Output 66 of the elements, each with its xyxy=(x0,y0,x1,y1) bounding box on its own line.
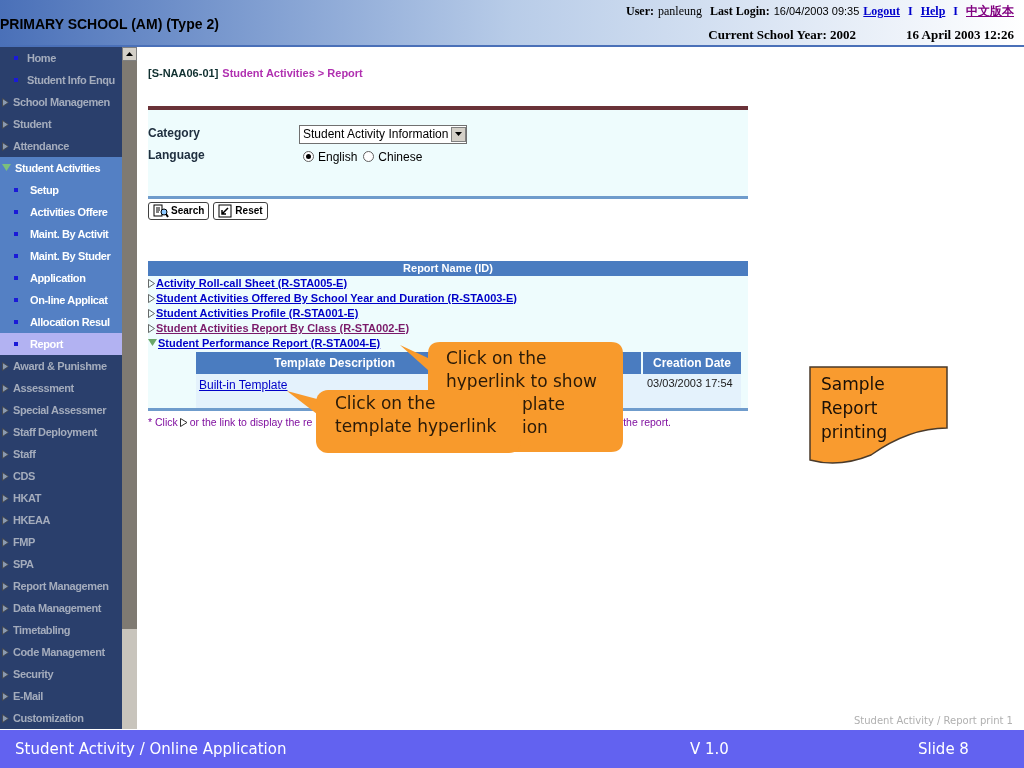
table-cell-text: 03/03/2003 17:54 xyxy=(646,375,734,391)
user-label: User: xyxy=(626,3,654,20)
field-label: Category xyxy=(148,124,201,142)
radio-button[interactable] xyxy=(303,151,314,162)
radio-label: Chinese xyxy=(378,148,423,166)
sidebar-item[interactable]: Activities Offere xyxy=(0,201,122,223)
column-header: Creation Date xyxy=(643,351,741,374)
bullet-icon xyxy=(14,78,18,82)
last-login-label: Last Login: xyxy=(709,3,770,20)
footnote-text: the report. xyxy=(623,414,671,430)
header-link[interactable]: Logout xyxy=(863,2,900,20)
report-link[interactable]: Student Activities Offered By School Year and Duration (R-STA003-E) xyxy=(156,289,518,307)
sidebar-item[interactable]: Setup xyxy=(0,179,122,201)
triangle-icon xyxy=(179,417,188,427)
callout-text: ion xyxy=(522,417,548,437)
version-label: V 1.0 xyxy=(690,738,730,760)
footnote-text: * Click xyxy=(148,414,178,430)
radio-button[interactable] xyxy=(363,151,375,162)
slide-number: Slide 8 xyxy=(918,738,969,760)
sidebar-item[interactable]: Maint. By Activit xyxy=(0,223,122,245)
sidebar-item[interactable]: On-line Applicat xyxy=(0,289,122,311)
school-title: PRIMARY SCHOOL (AM) (Type 2) xyxy=(0,15,219,34)
search-icon xyxy=(153,203,169,218)
sidebar-item[interactable]: Home xyxy=(27,49,56,67)
separator: I xyxy=(908,3,913,20)
header-link[interactable]: 中文版本 xyxy=(966,2,1014,20)
report-link[interactable]: Activity Roll-call Sheet (R-STA005-E) xyxy=(156,274,348,292)
last-login-time: 16/04/2003 09:35 xyxy=(773,4,860,19)
field-label: Language xyxy=(148,146,206,164)
callout-text: Click on the xyxy=(446,348,547,368)
slide-caption: Student Activity / Report print 1 xyxy=(853,714,1013,728)
report-link[interactable]: Student Performance Report (R-STA004-E) xyxy=(158,334,381,352)
breadcrumb: Student Activities > Report xyxy=(222,66,363,81)
sidebar-item[interactable]: Application xyxy=(0,267,122,289)
category-dropdown[interactable]: Student Activity Information xyxy=(299,124,468,144)
table-header: Report Name (ID) xyxy=(148,260,748,276)
sidebar-section[interactable]: FMP xyxy=(13,533,36,551)
radio-label: English xyxy=(318,148,358,166)
report-link[interactable]: Student Activities Profile (R-STA001-E) xyxy=(156,304,359,322)
school-year: Current School Year: 2002 xyxy=(708,26,856,44)
callout-text: plate xyxy=(522,394,566,414)
user-name: panleung xyxy=(657,3,702,20)
sidebar-item[interactable]: Allocation Resul xyxy=(0,311,122,333)
form-button[interactable]: Search xyxy=(148,201,210,220)
form-button[interactable]: Reset xyxy=(213,201,268,220)
callout-text: hyperlink to show xyxy=(446,371,597,391)
footer-title: Student Activity / Online Application xyxy=(15,738,288,760)
template-link[interactable]: Built-in Template xyxy=(199,377,288,392)
separator: I xyxy=(953,3,958,20)
note-text: Sample Report printing xyxy=(821,373,889,444)
scroll-up-icon xyxy=(126,52,133,56)
report-link[interactable]: Student Activities Report By Class (R-STA002-E) xyxy=(156,319,410,337)
page-code: [S-NAA06-01] xyxy=(148,66,219,81)
footnote-text: or the link to display the re xyxy=(189,414,313,430)
dropdown-arrow-icon xyxy=(455,132,463,136)
sidebar-section[interactable]: SPA xyxy=(13,555,34,573)
sidebar-item[interactable]: Maint. By Studer xyxy=(0,245,122,267)
sidebar-section[interactable]: HKAT xyxy=(13,489,42,507)
header-link[interactable]: Help xyxy=(920,2,946,20)
sidebar-section[interactable]: Staff xyxy=(13,445,36,463)
scrollbar[interactable] xyxy=(122,47,137,729)
bullet-icon xyxy=(14,56,18,60)
sidebar-section[interactable]: CDS xyxy=(13,467,36,485)
callout-text: Click on the template hyperlink xyxy=(335,392,498,438)
reset-icon xyxy=(218,203,234,218)
current-datetime: 16 April 2003 12:26 xyxy=(906,26,1014,44)
